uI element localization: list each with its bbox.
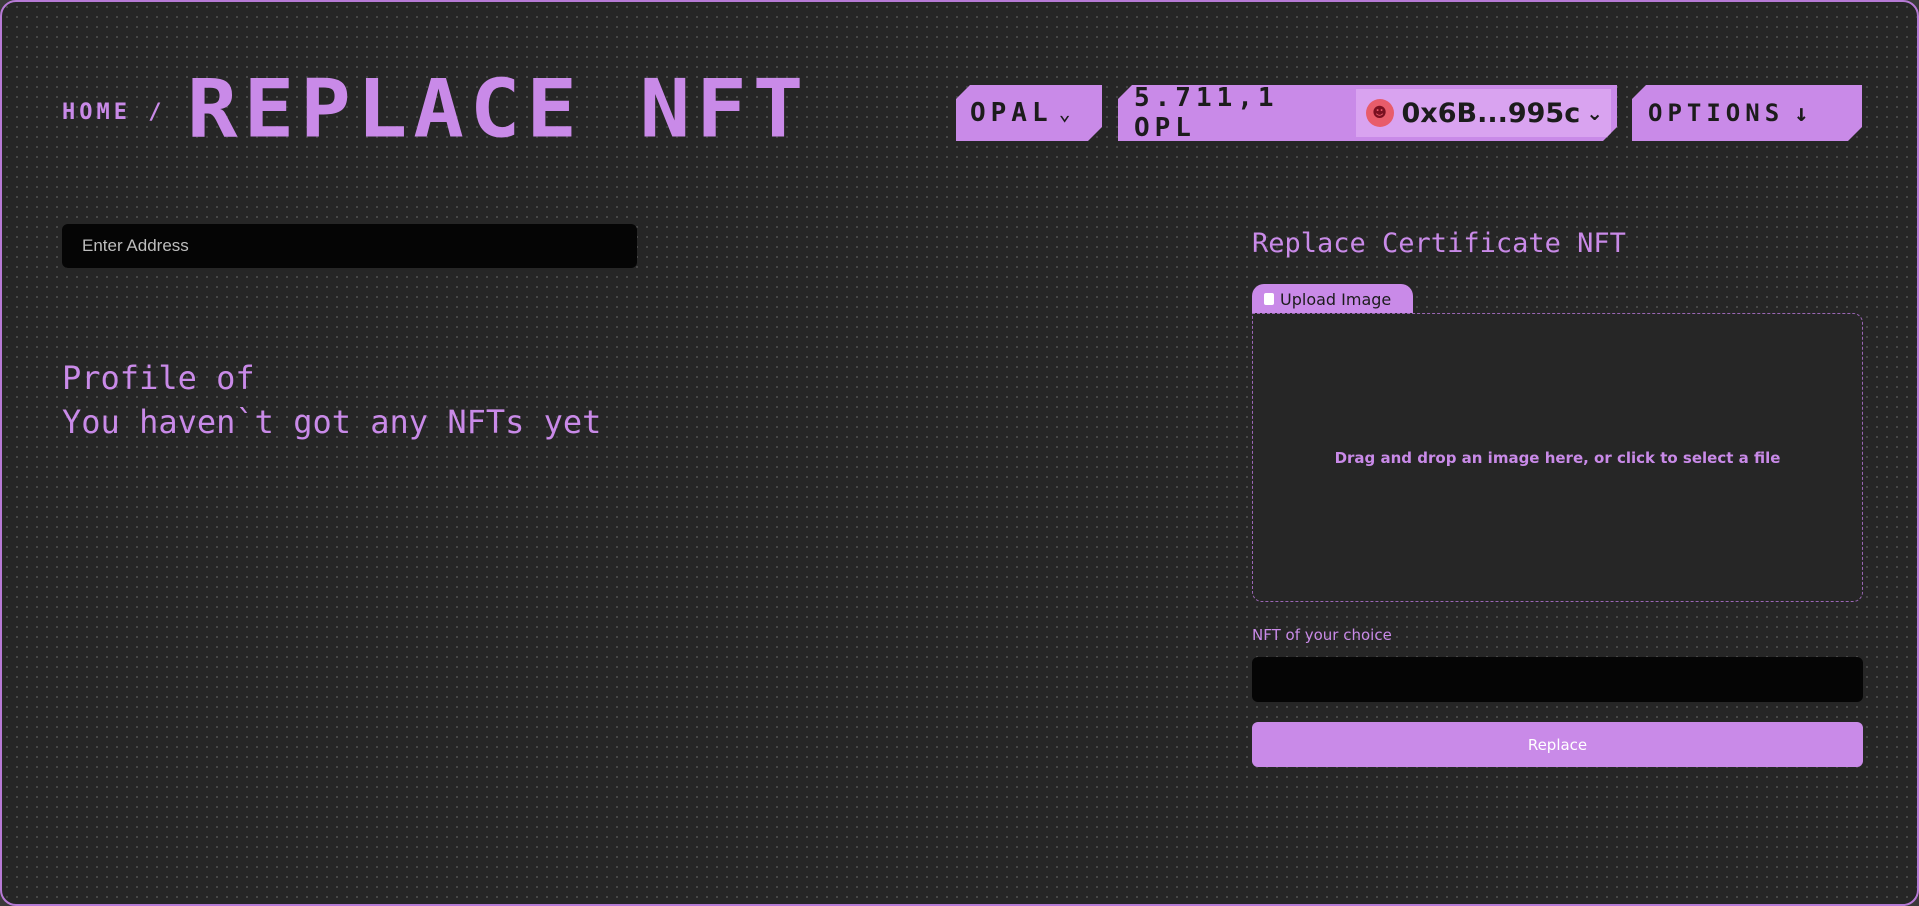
balance-label: 5.711,1 OPL [1134,83,1279,143]
dropzone-text: Drag and drop an image here, or click to… [1334,448,1781,467]
nft-choice-input[interactable] [1252,657,1863,702]
profile-label: Profile of [62,359,255,397]
wallet-button[interactable]: 5.711,1 OPL ☻ 0x6B...995c ⌄ [1118,85,1617,141]
arrow-down-icon: ↓ [1794,99,1809,127]
network-selector[interactable]: OPAL ⌄ [956,85,1102,141]
address-input[interactable] [62,224,637,268]
replace-button[interactable]: Replace [1252,722,1863,767]
upload-tab-label: Upload Image [1280,289,1392,309]
options-label: OPTIONS [1648,99,1785,127]
breadcrumb[interactable]: HOME / [62,100,165,125]
avatar-icon: ☻ [1366,99,1394,127]
app-window: HOME / REPLACE NFT OPAL ⌄ 5.711,1 OPL ☻ … [0,0,1919,906]
upload-image-tab[interactable]: Upload Image [1252,284,1413,314]
address-selector[interactable]: ☻ 0x6B...995c ⌄ [1356,89,1611,137]
wallet-address: 0x6B...995c [1401,97,1581,129]
file-icon [1264,293,1274,305]
nft-choice-label: NFT of your choice [1252,626,1392,644]
image-dropzone[interactable]: Drag and drop an image here, or click to… [1252,313,1863,602]
options-button[interactable]: OPTIONS ↓ [1632,85,1862,141]
chevron-down-icon: ⌄ [1058,101,1071,125]
network-label: OPAL [970,98,1053,128]
replace-panel-title: Replace Certificate NFT [1252,228,1626,259]
chevron-down-icon: ⌄ [1586,101,1603,125]
page-title: REPLACE NFT [187,62,810,156]
profile-section: Profile of You haven`t got any NFTs yet [62,356,601,444]
empty-nfts-message: You haven`t got any NFTs yet [62,403,602,441]
